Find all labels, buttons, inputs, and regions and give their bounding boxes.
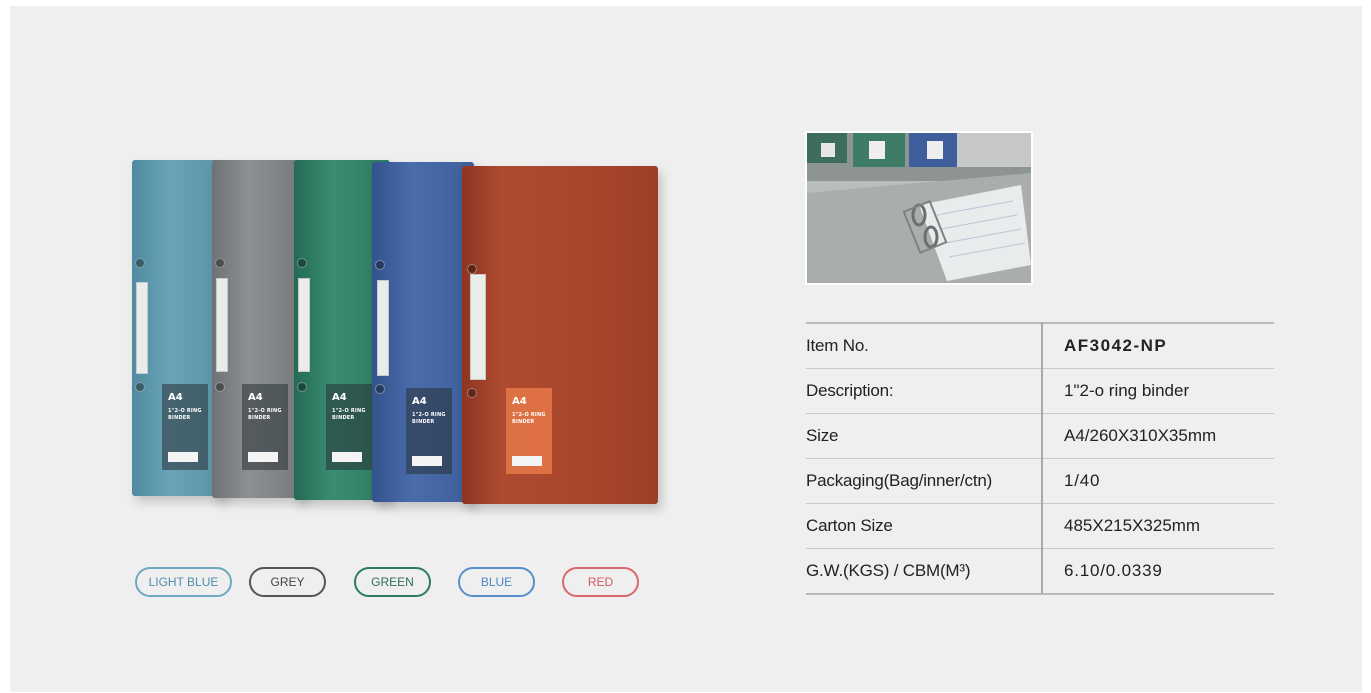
table-row: Size A4/260X310X35mm: [806, 413, 1274, 459]
sticker-subtitle: 1"2-O RING BINDER: [248, 408, 282, 421]
sticker-subtitle: 1"2-O RING BINDER: [512, 412, 546, 425]
table-row: Packaging(Bag/inner/ctn) 1/40: [806, 458, 1274, 504]
spec-value-packaging: 1/40: [1041, 458, 1274, 504]
color-chip-label: RED: [587, 575, 614, 589]
sticker-subtitle: 1"2-O RING BINDER: [168, 408, 202, 421]
color-chip-red[interactable]: RED: [562, 567, 639, 597]
color-chip-label: LIGHT BLUE: [148, 575, 219, 589]
sticker-size: A4: [248, 392, 263, 403]
color-chip-label: GREY: [270, 575, 305, 589]
binder-detail-photo: [805, 131, 1033, 285]
spec-value-size: A4/260X310X35mm: [1041, 413, 1274, 459]
sticker-size: A4: [412, 396, 427, 407]
spec-value-carton-size: 485X215X325mm: [1041, 503, 1274, 549]
binder-light-blue: A4 1"2-O RING BINDER: [132, 160, 224, 496]
color-chip-green[interactable]: GREEN: [354, 567, 431, 597]
color-chip-light-blue[interactable]: LIGHT BLUE: [135, 567, 232, 597]
color-chip-grey[interactable]: GREY: [249, 567, 326, 597]
spec-key-description: Description:: [806, 368, 1042, 414]
spec-value-item-no: AF3042-NP: [1041, 323, 1274, 369]
spec-value-gw-cbm: 6.10/0.0339: [1041, 548, 1274, 595]
table-row: Item No. AF3042-NP: [806, 323, 1274, 369]
spec-table: Item No. AF3042-NP Description: 1"2-o ri…: [806, 322, 1274, 595]
spec-key-size: Size: [806, 413, 1042, 459]
table-row: G.W.(KGS) / CBM(M³) 6.10/0.0339: [806, 548, 1274, 595]
color-chip-label: BLUE: [480, 575, 513, 589]
sticker-subtitle: 1"2-O RING BINDER: [412, 412, 446, 425]
binder-grey: A4 1"2-O RING BINDER: [212, 160, 304, 498]
table-row: Description: 1"2-o ring binder: [806, 368, 1274, 414]
spec-key-gw-cbm: G.W.(KGS) / CBM(M³): [806, 548, 1042, 595]
spec-key-carton-size: Carton Size: [806, 503, 1042, 549]
product-panel: A4 1"2-O RING BINDER A4 1"2-O RING BINDE…: [10, 6, 1362, 692]
sticker-size: A4: [512, 396, 527, 407]
binder-red: A4 1"2-O RING BINDER: [462, 166, 658, 504]
binder-blue: A4 1"2-O RING BINDER: [372, 162, 474, 502]
sticker-size: A4: [332, 392, 347, 403]
binder-product-image: A4 1"2-O RING BINDER A4 1"2-O RING BINDE…: [10, 6, 710, 526]
spec-value-description: 1"2-o ring binder: [1041, 368, 1274, 414]
spec-key-item-no: Item No.: [806, 323, 1042, 369]
spec-key-packaging: Packaging(Bag/inner/ctn): [806, 458, 1042, 504]
color-chip-blue[interactable]: BLUE: [458, 567, 535, 597]
color-chip-label: GREEN: [371, 575, 414, 589]
sticker-subtitle: 1"2-O RING BINDER: [332, 408, 366, 421]
table-row: Carton Size 485X215X325mm: [806, 503, 1274, 549]
sticker-size: A4: [168, 392, 183, 403]
